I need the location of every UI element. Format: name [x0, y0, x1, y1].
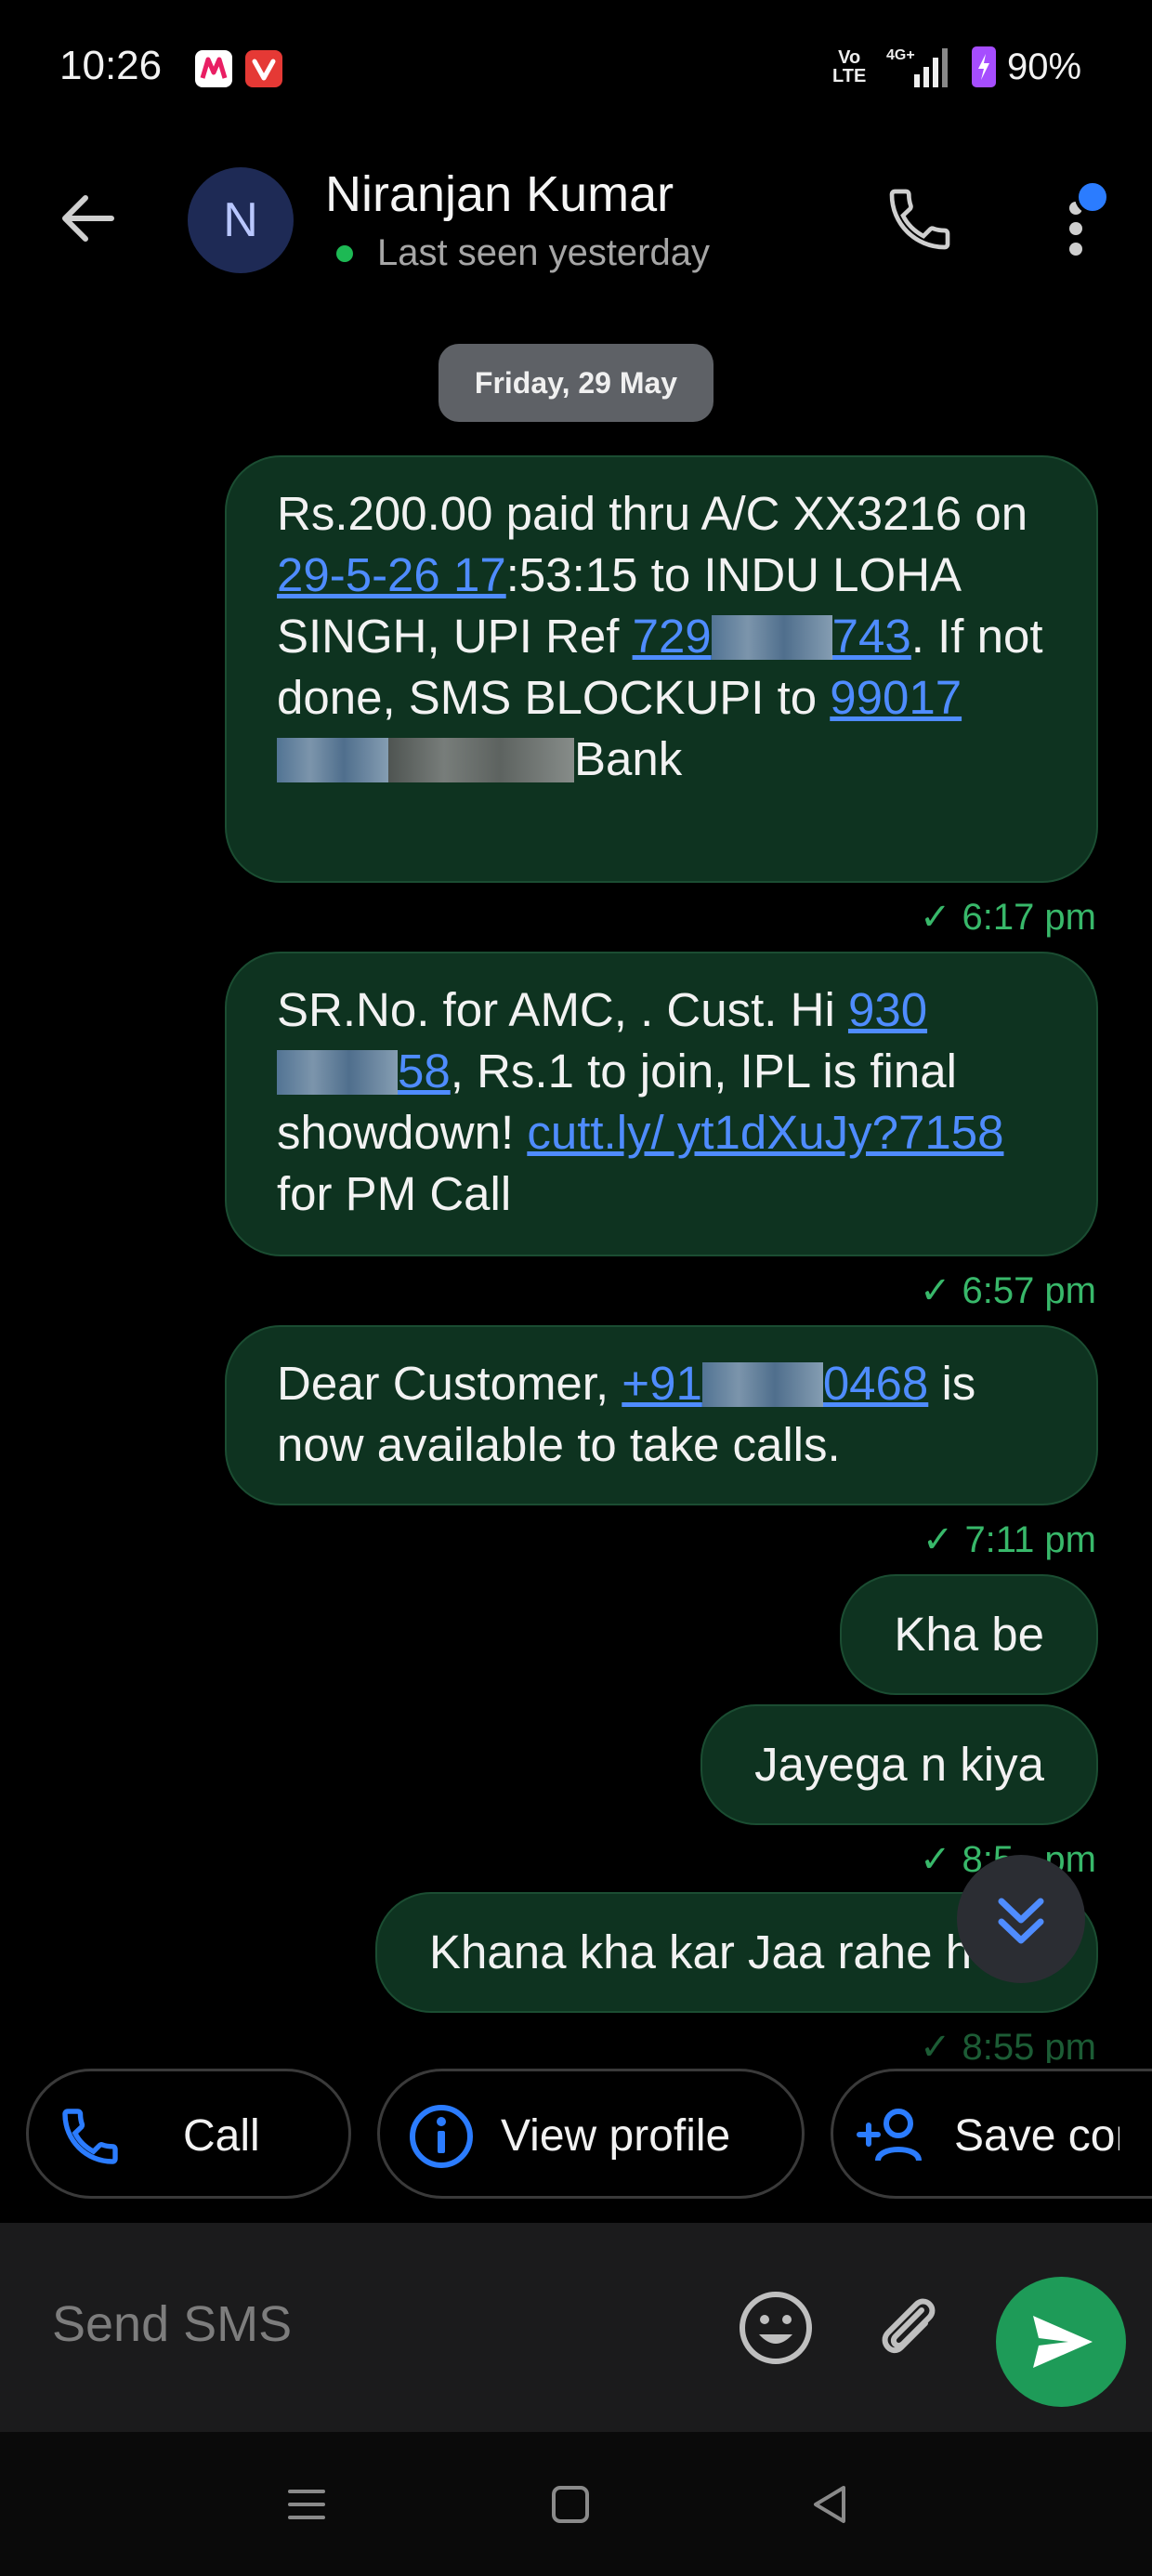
back-arrow-icon[interactable] — [56, 186, 121, 251]
message-text: SR.No. for AMC, . Cust. Hi — [277, 983, 848, 1036]
sms-input[interactable]: Send SMS — [52, 2295, 292, 2353]
message-text: Khana kha kar Jaa rahe h — [429, 1925, 973, 1978]
status-bar: 10:26 Vo LTE 4G+ 90% — [0, 0, 1152, 139]
sent-check-icon: ✓ — [919, 1270, 951, 1311]
phone-icon — [57, 2103, 124, 2170]
battery-charging-icon — [972, 46, 996, 87]
network-label: 4G+ — [886, 47, 915, 63]
emoji-icon[interactable] — [734, 2286, 818, 2370]
redacted-blur — [277, 738, 388, 782]
send-button[interactable] — [996, 2277, 1126, 2407]
timestamp-text: 7:11 pm — [964, 1519, 1096, 1560]
message-link-part: 743 — [831, 610, 911, 663]
message-link-part: +91 — [622, 1357, 702, 1410]
info-icon — [408, 2103, 475, 2170]
volte-indicator: Vo LTE — [832, 47, 867, 86]
sent-check-icon: ✓ — [922, 1519, 954, 1560]
view-profile-button[interactable]: View profile — [377, 2069, 805, 2199]
message-text: for PM Call — [277, 1167, 512, 1220]
redacted-blur — [701, 1362, 823, 1407]
view-profile-label: View profile — [501, 2111, 731, 2161]
sent-check-icon: ✓ — [919, 1839, 951, 1880]
back-triangle-icon[interactable] — [803, 2478, 858, 2530]
message-timestamp: ✓ 6:17 pm — [920, 896, 1096, 939]
message-text: Jayega n kiya — [754, 1738, 1044, 1791]
redacted-blur — [277, 1050, 398, 1095]
message-composer: Send SMS — [0, 2223, 1152, 2432]
timestamp-text: 8:55 pm — [962, 2027, 1096, 2063]
vivaldi-notification-icon — [245, 50, 282, 87]
message-timestamp: ✓ 6:57 pm — [920, 1269, 1096, 1312]
presence-status: Last seen yesterday — [377, 232, 710, 273]
more-options-icon[interactable] — [1059, 177, 1115, 269]
message-link-part: 58 — [398, 1045, 451, 1097]
message-link[interactable]: 29-5-26 17 — [277, 548, 506, 601]
scroll-to-bottom-button[interactable] — [957, 1855, 1085, 1983]
message-link-part: 0468 — [822, 1357, 929, 1410]
message-bubble[interactable]: Dear Customer, +91 0468 is now available … — [225, 1325, 1098, 1505]
battery-level: 90% — [1007, 46, 1082, 87]
send-icon — [1033, 2316, 1093, 2368]
sent-check-icon: ✓ — [919, 2027, 951, 2063]
message-link[interactable]: 99017 — [830, 671, 962, 724]
message-text: Bank — [574, 732, 683, 785]
save-contact-button[interactable]: Save contact — [831, 2069, 1152, 2199]
attachment-icon[interactable] — [864, 2282, 948, 2375]
presence-dot — [336, 245, 353, 262]
call-action-button[interactable]: Call — [26, 2069, 351, 2199]
call-action-label: Call — [183, 2111, 260, 2161]
save-contact-label: Save contact — [954, 2111, 1119, 2161]
contact-name[interactable]: Niranjan Kumar — [325, 165, 674, 223]
message-bubble[interactable]: Kha be — [840, 1574, 1098, 1695]
timestamp-text: 6:17 pm — [962, 897, 1096, 938]
add-person-icon — [856, 2103, 923, 2170]
message-bubble[interactable]: Rs.200.00 paid thru A/C XX3216 on 29-5-2… — [225, 455, 1098, 883]
message-link-part: 729 — [632, 610, 712, 663]
message-link[interactable]: +91 0468 — [622, 1357, 928, 1410]
date-separator: Friday, 29 May — [439, 344, 713, 422]
myntra-notification-icon — [195, 50, 232, 87]
message-bubble[interactable]: SR.No. for AMC, . Cust. Hi 93058, Rs.1 t… — [225, 952, 1098, 1256]
contact-avatar[interactable]: N — [188, 167, 294, 273]
message-link[interactable]: 729 743 — [633, 610, 911, 663]
message-link-part: 930 — [847, 983, 928, 1036]
phone-call-icon[interactable] — [883, 182, 957, 256]
sms-conversation-screen: 10:26 Vo LTE 4G+ 90% N Niranjan Kumar La… — [0, 0, 1152, 2576]
signal-4g-icon: 4G+ — [886, 45, 951, 89]
double-chevron-down-icon — [998, 1898, 1044, 1944]
redacted-blur — [388, 738, 574, 782]
conversation-header: N Niranjan Kumar Last seen yesterday — [0, 139, 1152, 316]
system-navigation-bar — [0, 2432, 1152, 2576]
timestamp-text: 6:57 pm — [962, 1270, 1096, 1311]
message-timestamp: ✓ 7:11 pm — [923, 1518, 1096, 1561]
message-timestamp: ✓ 8:55 pm — [920, 2026, 1096, 2063]
status-time: 10:26 — [59, 43, 163, 88]
home-square-icon[interactable] — [543, 2478, 598, 2530]
recents-menu-icon[interactable] — [279, 2478, 334, 2530]
message-link[interactable]: cutt.ly/ yt1dXuJy?7158 — [527, 1106, 1003, 1159]
redacted-blur — [711, 615, 832, 660]
message-text: Kha be — [894, 1608, 1044, 1661]
message-text: Rs.200.00 paid thru A/C XX3216 on — [277, 487, 1028, 540]
message-bubble[interactable]: Jayega n kiya — [700, 1704, 1098, 1825]
sent-check-icon: ✓ — [919, 897, 951, 938]
quick-actions-row: Call View profile Save contact — [0, 2069, 1152, 2199]
message-text: Dear Customer, — [277, 1357, 622, 1410]
